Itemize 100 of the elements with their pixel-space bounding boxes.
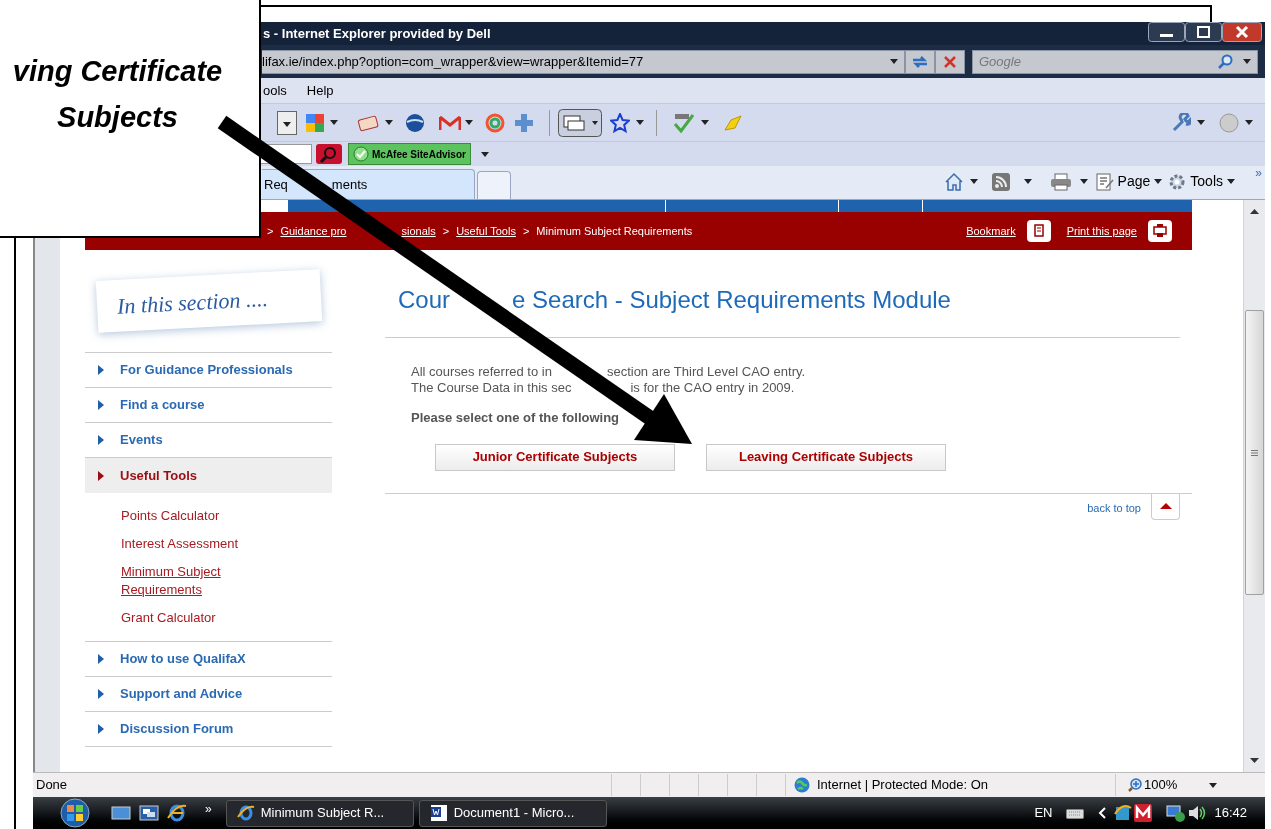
dropdown-caret-icon[interactable] (465, 120, 473, 125)
search-field[interactable]: Google (979, 51, 1217, 72)
star-icon[interactable] (610, 112, 630, 133)
network-icon[interactable] (1166, 804, 1187, 822)
printer-icon[interactable] (1148, 220, 1172, 242)
window-title: s - Internet Explorer provided by Dell (263, 24, 491, 43)
zoom-button[interactable]: 100% (1115, 774, 1178, 796)
globe-icon (794, 777, 810, 793)
back-to-top-button[interactable] (1151, 493, 1180, 520)
menu-item[interactable]: ools (263, 80, 287, 101)
home-icon[interactable] (943, 171, 964, 192)
sidebar-item[interactable]: For Guidance Professionals (85, 353, 332, 388)
update-icon[interactable] (1114, 804, 1133, 822)
grip-icon (1251, 449, 1258, 456)
up-arrow-icon (1159, 503, 1172, 509)
page-icon[interactable] (1095, 172, 1114, 191)
volume-icon[interactable] (1188, 805, 1207, 821)
bookmark-icon[interactable] (1026, 220, 1051, 242)
google-icon[interactable] (305, 112, 325, 133)
antivirus-icon[interactable] (1134, 804, 1153, 822)
spell-check-icon[interactable] (673, 112, 695, 133)
submenu-link[interactable]: Minimum Subject Requirements (121, 563, 251, 599)
search-icon[interactable] (316, 144, 342, 164)
close-icon[interactable] (1222, 22, 1262, 42)
chevron-left-icon[interactable] (1098, 807, 1107, 819)
dropdown-caret-icon[interactable] (385, 120, 393, 125)
check-icon (353, 146, 369, 162)
sidebar-item[interactable]: Discussion Forum (85, 712, 332, 747)
wrench-icon[interactable] (1171, 112, 1191, 133)
dropdown-caret-icon[interactable] (1079, 179, 1088, 184)
submenu-link[interactable]: Grant Calculator (121, 609, 251, 627)
scrollbar[interactable] (1243, 200, 1265, 772)
feed-icon[interactable] (991, 172, 1010, 191)
switch-windows-icon[interactable] (139, 805, 159, 821)
sidebar-item[interactable]: Find a course (85, 388, 332, 423)
subject-button[interactable]: Leaving Certificate Subjects (706, 443, 946, 471)
language-indicator[interactable]: EN (1034, 803, 1053, 823)
security-zone: Internet | Protected Mode: On (817, 776, 989, 795)
intro-text: All courses referred to in (411, 364, 552, 380)
refresh-icon[interactable] (905, 49, 935, 74)
submenu-link[interactable]: Points Calculator (121, 507, 251, 525)
header-link[interactable]: Bookmark (966, 222, 1016, 240)
restore-icon[interactable] (1185, 22, 1222, 42)
search-box[interactable]: Google (972, 49, 1258, 74)
intro-text: is for the CAO entry in 2009. (630, 380, 795, 396)
document-icon (429, 804, 448, 822)
browser-icon[interactable] (167, 804, 187, 822)
dropdown-icon[interactable] (277, 110, 297, 135)
breadcrumb-separator: > (522, 223, 530, 239)
dropdown-caret-icon[interactable] (1245, 120, 1253, 125)
intro-text: The Course Data in this sec (411, 380, 572, 396)
printer-icon[interactable] (1049, 172, 1072, 191)
sidebar-item[interactable]: How to use QualifaX (85, 642, 332, 677)
dropdown-caret-icon[interactable] (969, 179, 978, 184)
swirl-icon[interactable] (485, 112, 505, 133)
back-to-top-link[interactable]: back to top (1087, 500, 1141, 517)
dropdown-caret-icon[interactable] (1197, 120, 1205, 125)
stop-icon[interactable] (935, 49, 965, 74)
browser-icon (236, 804, 255, 822)
gear-icon[interactable] (1168, 172, 1187, 191)
dropdown-caret-icon[interactable] (1227, 179, 1235, 184)
siteadvisor-button[interactable]: McAfee SiteAdvisor (348, 143, 471, 165)
scrollbar-thumb[interactable] (1245, 310, 1264, 595)
display-toggle-icon[interactable] (558, 108, 602, 137)
dropdown-caret-icon[interactable] (1023, 179, 1032, 184)
header-link[interactable]: Print this page (1066, 222, 1137, 240)
submenu-link[interactable]: Interest Assessment (121, 535, 251, 553)
overflow-chevron[interactable]: » (1255, 164, 1262, 182)
dropdown-caret-icon[interactable] (1243, 59, 1251, 64)
prompt-text: Please select one of the following (411, 409, 621, 427)
sidebar-item[interactable]: Support and Advice (85, 677, 332, 712)
tools-menu[interactable]: Tools (1190, 171, 1223, 192)
breadcrumb-separator: > (442, 223, 450, 239)
page-menu[interactable]: Page (1117, 171, 1151, 192)
menu-item[interactable]: Help (306, 80, 334, 101)
dropdown-caret-icon[interactable] (1209, 782, 1218, 788)
address-field[interactable]: lifax.ie/index.php?option=com_wrapper&view=wrapper&Itemid=77 (262, 49, 905, 74)
breadcrumb-separator: > (267, 223, 274, 239)
taskbar-button[interactable]: Document1 - Micro... (418, 799, 607, 827)
overflow-chevron[interactable]: » (205, 800, 212, 818)
desktop-icon[interactable] (111, 805, 131, 821)
sidebar-item[interactable]: Useful Tools (85, 458, 332, 493)
dropdown-caret-icon[interactable] (1154, 179, 1163, 184)
globe-icon[interactable] (405, 112, 425, 133)
dropdown-caret-icon[interactable] (636, 120, 644, 125)
subject-button[interactable]: Junior Certificate Subjects (435, 443, 675, 471)
down-arrow-icon[interactable] (1250, 758, 1259, 764)
breadcrumb-link[interactable]: sionals (401, 225, 436, 237)
taskbar-button[interactable]: Minimum Subject R... (225, 799, 414, 827)
mail-icon[interactable] (439, 114, 461, 131)
dropdown-caret-icon[interactable] (701, 120, 709, 125)
up-arrow-icon[interactable] (1250, 208, 1259, 214)
dropdown-caret-icon[interactable] (480, 151, 489, 157)
search-icon[interactable] (1217, 53, 1233, 70)
keyboard-icon[interactable] (1066, 807, 1085, 819)
dropdown-caret-icon[interactable] (890, 59, 898, 64)
minimize-icon[interactable] (1148, 22, 1185, 42)
breadcrumb-link[interactable]: Guidance pro (280, 225, 347, 237)
dropdown-caret-icon[interactable] (330, 120, 338, 125)
breadcrumb-link[interactable]: Useful Tools (456, 225, 516, 237)
